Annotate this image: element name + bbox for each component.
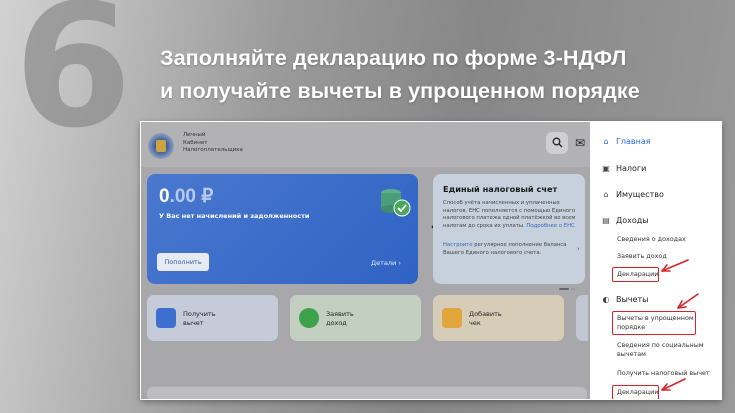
balance-status: У Вас нет начислений и задолженности [159, 212, 310, 220]
ens-more-link[interactable]: Подробнее о ЕНС [526, 223, 574, 229]
ens-description: Способ учёта начисленных и уплаченных на… [443, 200, 583, 230]
document-icon [156, 308, 176, 328]
slide-headline: Заполняйте декларацию по форме 3-НДФЛ и … [160, 42, 640, 108]
action-add-receipt[interactable]: Добавить чек [433, 295, 564, 341]
action-label: Получить вычет [183, 310, 216, 328]
ens-title: Единый налоговый счет [443, 184, 558, 194]
arrow-right-icon[interactable]: › [577, 245, 580, 253]
action-label-line: чек [469, 319, 481, 327]
annotation-arrows-icon [661, 259, 699, 391]
receipt-icon [442, 308, 462, 328]
screenshot-frame: Личный Кабинет Налогоплательщика ✉ 0.00 … [140, 121, 722, 400]
action-label-line: доход [326, 319, 347, 327]
ens-setup: Настроите регулярное пополнение баланса … [443, 242, 583, 257]
action-label-line: Заявить [326, 310, 354, 318]
action-label-line: Получить [183, 310, 216, 318]
cabinet-line: Личный [183, 132, 206, 138]
balance-amount-integer: 0 [159, 186, 170, 207]
top-up-button[interactable]: Пополнить [157, 253, 209, 271]
ens-card: Единый налоговый счет Способ учёта начис… [433, 174, 585, 290]
details-link[interactable]: Детали › [371, 259, 401, 267]
header-bar: Личный Кабинет Налогоплательщика ✉ [141, 122, 590, 167]
headline-line-2: и получайте вычеты в упрощенном порядке [160, 79, 640, 103]
action-declare-income[interactable]: Заявить доход [290, 295, 421, 341]
balance-amount-decimal: .00 ₽ [169, 186, 214, 207]
action-get-deduction[interactable]: Получить вычет [147, 295, 278, 341]
details-label: Детали [371, 259, 397, 267]
balance-amount: 0.00 ₽ [159, 185, 213, 208]
action-label-line: Добавить [469, 310, 502, 318]
search-icon[interactable] [546, 132, 568, 154]
action-label: Добавить чек [469, 310, 502, 328]
cabinet-line: Кабинет [183, 139, 208, 146]
action-label: Заявить доход [326, 310, 354, 328]
fns-emblem-logo [148, 133, 174, 159]
headline-line-1: Заполняйте декларацию по форме 3-НДФЛ [160, 46, 627, 70]
mail-icon[interactable]: ✉ [573, 132, 587, 154]
action-card-partial[interactable] [576, 295, 588, 341]
carousel-dots[interactable] [559, 275, 581, 290]
cabinet-line: Налогоплательщика [183, 147, 243, 153]
ens-setup-link[interactable]: Настроите [443, 242, 473, 248]
slide-number: 6 [14, 0, 133, 166]
action-label-line: вычет [183, 319, 204, 327]
money-icon [299, 308, 319, 328]
coins-check-icon [379, 186, 413, 220]
sidebar-menu: ⌂ Главная ▣ Налоги ⌂ Имущество ▤ Доходы Свед… [590, 122, 721, 399]
cabinet-title: Личный Кабинет Налогоплательщика [183, 132, 243, 155]
chevron-right-icon: › [398, 259, 401, 267]
balance-card[interactable]: 0.00 ₽ У Вас нет начислений и задолженно… [147, 174, 418, 284]
bottom-panel [147, 387, 587, 399]
